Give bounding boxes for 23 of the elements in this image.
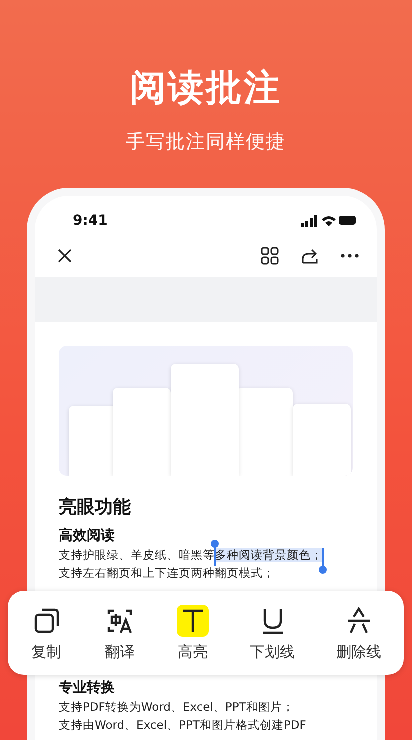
- section-title: 专业转换: [59, 679, 116, 698]
- paragraph-line: 支持由Word、Excel、PPT和图片格式创建PDF: [59, 717, 308, 734]
- subheadline: 手写批注同样便捷: [126, 130, 286, 154]
- toolbar-button[interactable]: 下划线: [248, 600, 298, 666]
- paragraph-line: 支持护眼绿、羊皮纸、暗黑等多种阅读背景颜色；: [59, 546, 353, 564]
- toolbar-button[interactable]: 复制: [28, 600, 65, 666]
- highlight-icon: [176, 604, 209, 636]
- share-icon[interactable]: [301, 247, 319, 265]
- toolbar-button[interactable]: 高亮: [174, 600, 211, 666]
- more-icon[interactable]: [341, 254, 359, 258]
- status-icons: [301, 215, 357, 227]
- toolbar-button[interactable]: 删除线: [334, 600, 384, 666]
- section-title: 高效阅读: [59, 526, 116, 546]
- paragraph-line: 支持左右翻页和上下连页两种翻页模式；: [59, 565, 276, 582]
- headline: 阅读批注: [130, 67, 282, 111]
- close-icon[interactable]: [57, 248, 73, 264]
- status-time: 9:41: [73, 213, 108, 229]
- paragraph-line: 支持PDF转换为Word、Excel、PPT和图片；: [59, 699, 296, 716]
- selection-handle[interactable]: [319, 548, 327, 574]
- doc-heading: 亮眼功能: [59, 496, 132, 520]
- selected-text[interactable]: 多种阅读背景颜色；: [215, 548, 323, 562]
- toolbar-button[interactable]: 翻译: [102, 600, 138, 666]
- grid-icon[interactable]: [261, 247, 279, 265]
